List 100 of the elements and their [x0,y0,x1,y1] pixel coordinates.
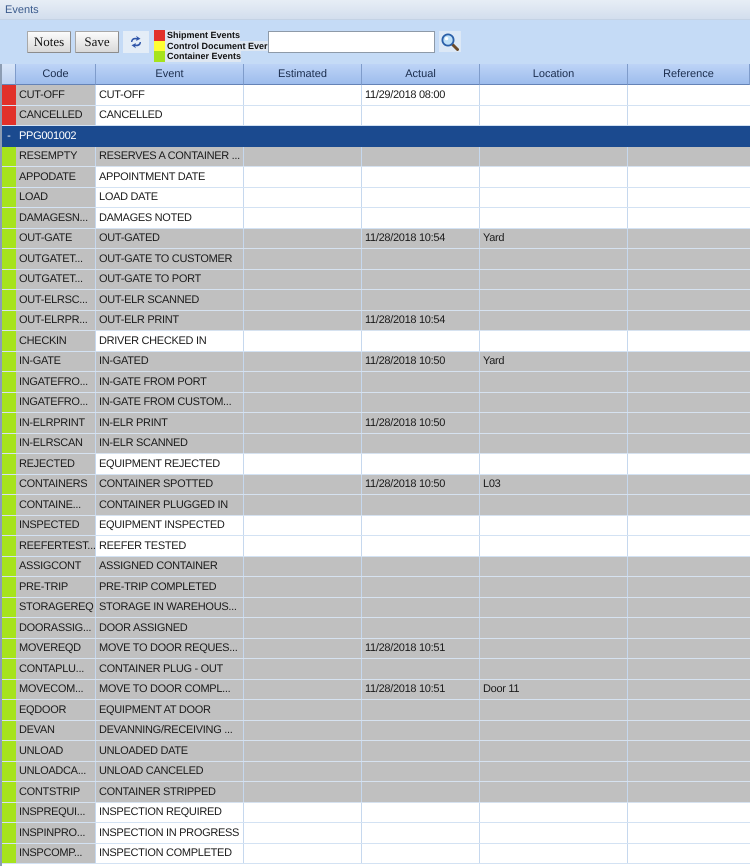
table-cell: CONTAINER PLUG - OUT [96,659,244,678]
table-cell: OUT-GATED [96,228,244,248]
table-cell: IN-GATE FROM CUSTOM... [96,392,244,412]
table-row[interactable]: OUTGATET... OUT-GATE TO PORT [2,270,750,290]
column-header[interactable]: Location [480,64,628,85]
table-cell: ASSIGCONT [16,556,96,576]
table-cell: 11/28/2018 10:51 [362,680,480,699]
table-row[interactable]: CONTAINE... CONTAINER PLUGGED IN [2,495,750,516]
table-row[interactable]: INSPREQUI... INSPECTION REQUIRED [2,802,750,823]
table-row[interactable]: LOAD LOAD DATE [2,188,750,208]
table-cell: MOVE TO DOOR REQUES... [96,638,244,658]
table-cell: UNLOAD CANCELED [96,762,244,781]
table-cell: 11/28/2018 10:54 [362,228,480,248]
window-title: Events [5,4,39,16]
table-row[interactable]: EQDOOR EQUIPMENT AT DOOR [2,700,750,720]
column-header[interactable]: Reference [628,64,750,85]
table-cell: CONTAINER SPOTTED [96,474,244,494]
table-cell: 11/28/2018 10:50 [362,413,480,432]
table-row[interactable]: UNLOADCA... UNLOAD CANCELED [2,762,750,782]
table-row[interactable]: IN-ELRSCAN IN-ELR SCANNED [2,434,750,454]
table-cell: RESEMPTY [16,146,96,166]
table-row[interactable]: CANCELLED CANCELLED [2,106,750,126]
refresh-button[interactable] [123,31,149,53]
table-row[interactable]: ASSIGCONT ASSIGNED CONTAINER [2,556,750,577]
column-header[interactable]: Event [96,64,244,85]
table-cell: LOAD DATE [96,188,244,207]
table-cell: DOOR ASSIGNED [96,618,244,638]
table-cell: APPODATE [16,167,96,186]
table-cell: Yard [480,228,628,248]
table-cell: INSPREQUI... [16,802,96,822]
table-cell: 11/28/2018 10:50 [362,474,480,494]
table-row[interactable]: OUTGATET... OUT-GATE TO CUSTOMER [2,249,750,270]
table-cell: DRIVER CHECKED IN [96,331,244,350]
table-row[interactable]: REJECTED EQUIPMENT REJECTED [2,454,750,474]
table-cell: L03 [480,474,628,494]
table-cell: INSPECTION IN PROGRESS [96,823,244,842]
table-cell: DAMAGESN... [16,208,96,228]
table-cell: IN-GATE FROM PORT [96,372,244,392]
table-row[interactable]: CONTAPLU... CONTAINER PLUG - OUT [2,659,750,680]
table-cell: EQUIPMENT REJECTED [96,454,244,474]
table-row[interactable]: IN-GATE IN-GATED 11/28/2018 10:50 Yard [2,352,750,372]
column-header[interactable]: Actual [362,64,480,85]
table-row[interactable]: INSPINPRO... INSPECTION IN PROGRESS [2,823,750,844]
toolbar-button[interactable]: Save [75,31,119,53]
table-row[interactable]: OUT-ELRPR... OUT-ELR PRINT 11/28/2018 10:54 [2,310,750,331]
table-row[interactable]: CONTAINERS CONTAINER SPOTTED 11/28/2018 10:50 L03 [2,474,750,495]
table-cell: CONTAINER PLUGGED IN [96,495,244,514]
table-row[interactable]: APPODATE APPOINTMENT DATE [2,167,750,188]
table-cell: CANCELLED [16,106,96,125]
table-row[interactable]: UNLOAD UNLOADED DATE [2,741,750,762]
table-cell: REEFERTEST... [16,536,96,556]
table-row[interactable]: MOVECOM... MOVE TO DOOR COMPL... 11/28/2018 10:51 Door 11 [2,680,750,700]
table-row[interactable]: INSPECTED EQUIPMENT INSPECTED [2,516,750,536]
table-row[interactable]: DOORASSIG... DOOR ASSIGNED [2,618,750,638]
table-row[interactable]: INGATEFRO... IN-GATE FROM PORT [2,372,750,392]
column-header[interactable]: Code [16,64,96,85]
table-row[interactable]: CONTSTRIP CONTAINER STRIPPED [2,782,750,802]
search-field[interactable] [268,31,435,53]
legend-label: Shipment Events [165,30,240,40]
search-button[interactable] [438,31,461,52]
table-row[interactable]: INSPCOMP... INSPECTION COMPLETED [2,844,750,864]
table-cell: INSPINPRO... [16,823,96,842]
table-cell: IN-GATED [96,352,244,371]
table-cell: INSPECTION REQUIRED [96,802,244,822]
table-cell: DEVANNING/RECEIVING ... [96,720,244,740]
table-cell: LOAD [16,188,96,207]
table-row[interactable]: DAMAGESN... DAMAGES NOTED [2,208,750,228]
column-header[interactable]: Estimated [244,64,362,85]
toolbar-button[interactable]: Notes [27,31,71,53]
table-row[interactable]: PRE-TRIP PRE-TRIP COMPLETED [2,577,750,598]
table-row[interactable]: RESEMPTY RESERVES A CONTAINER ... [2,146,750,167]
table-row[interactable]: - PPG001002 [2,126,750,146]
table-cell: APPOINTMENT DATE [96,167,244,186]
table-row[interactable]: CHECKIN DRIVER CHECKED IN [2,331,750,352]
refresh-icon [129,35,143,49]
table-cell: Door 11 [480,680,628,699]
table-row[interactable]: INGATEFRO... IN-GATE FROM CUSTOM... [2,392,750,413]
table-cell: ASSIGNED CONTAINER [96,556,244,576]
table-cell: 11/29/2018 08:00 [362,85,480,104]
table-row[interactable]: CUT-OFF CUT-OFF 11/29/2018 08:00 [2,85,750,106]
table-row[interactable]: MOVEREQD MOVE TO DOOR REQUES... 11/28/2018 10:51 [2,638,750,659]
table-cell: CUT-OFF [96,85,244,104]
table-cell: 11/28/2018 10:54 [362,310,480,330]
search-icon [440,32,459,50]
table-cell: STORAGE IN WAREHOUS... [96,598,244,617]
legend-label: Control Document Ever [165,40,268,51]
table-row[interactable]: STORAGEREQ STORAGE IN WAREHOUS... [2,598,750,618]
table-row[interactable]: DEVAN DEVANNING/RECEIVING ... [2,720,750,741]
table-cell: DAMAGES NOTED [96,208,244,228]
table-row[interactable]: IN-ELRPRINT IN-ELR PRINT 11/28/2018 10:50 [2,413,750,434]
table-row[interactable]: REEFERTEST... REEFER TESTED [2,536,750,556]
table-row[interactable]: OUT-GATE OUT-GATED 11/28/2018 10:54 Yard [2,228,750,249]
table-cell: REJECTED [16,454,96,474]
table-cell: OUT-ELR PRINT [96,310,244,330]
table-row[interactable]: OUT-ELRSC... OUT-ELR SCANNED [2,290,750,310]
table-cell: Yard [480,352,628,371]
table-cell: OUT-GATE TO PORT [96,270,244,289]
legend-label: Container Events [165,51,242,62]
table-cell: UNLOADED DATE [96,741,244,760]
table-cell: 11/28/2018 10:51 [362,638,480,658]
